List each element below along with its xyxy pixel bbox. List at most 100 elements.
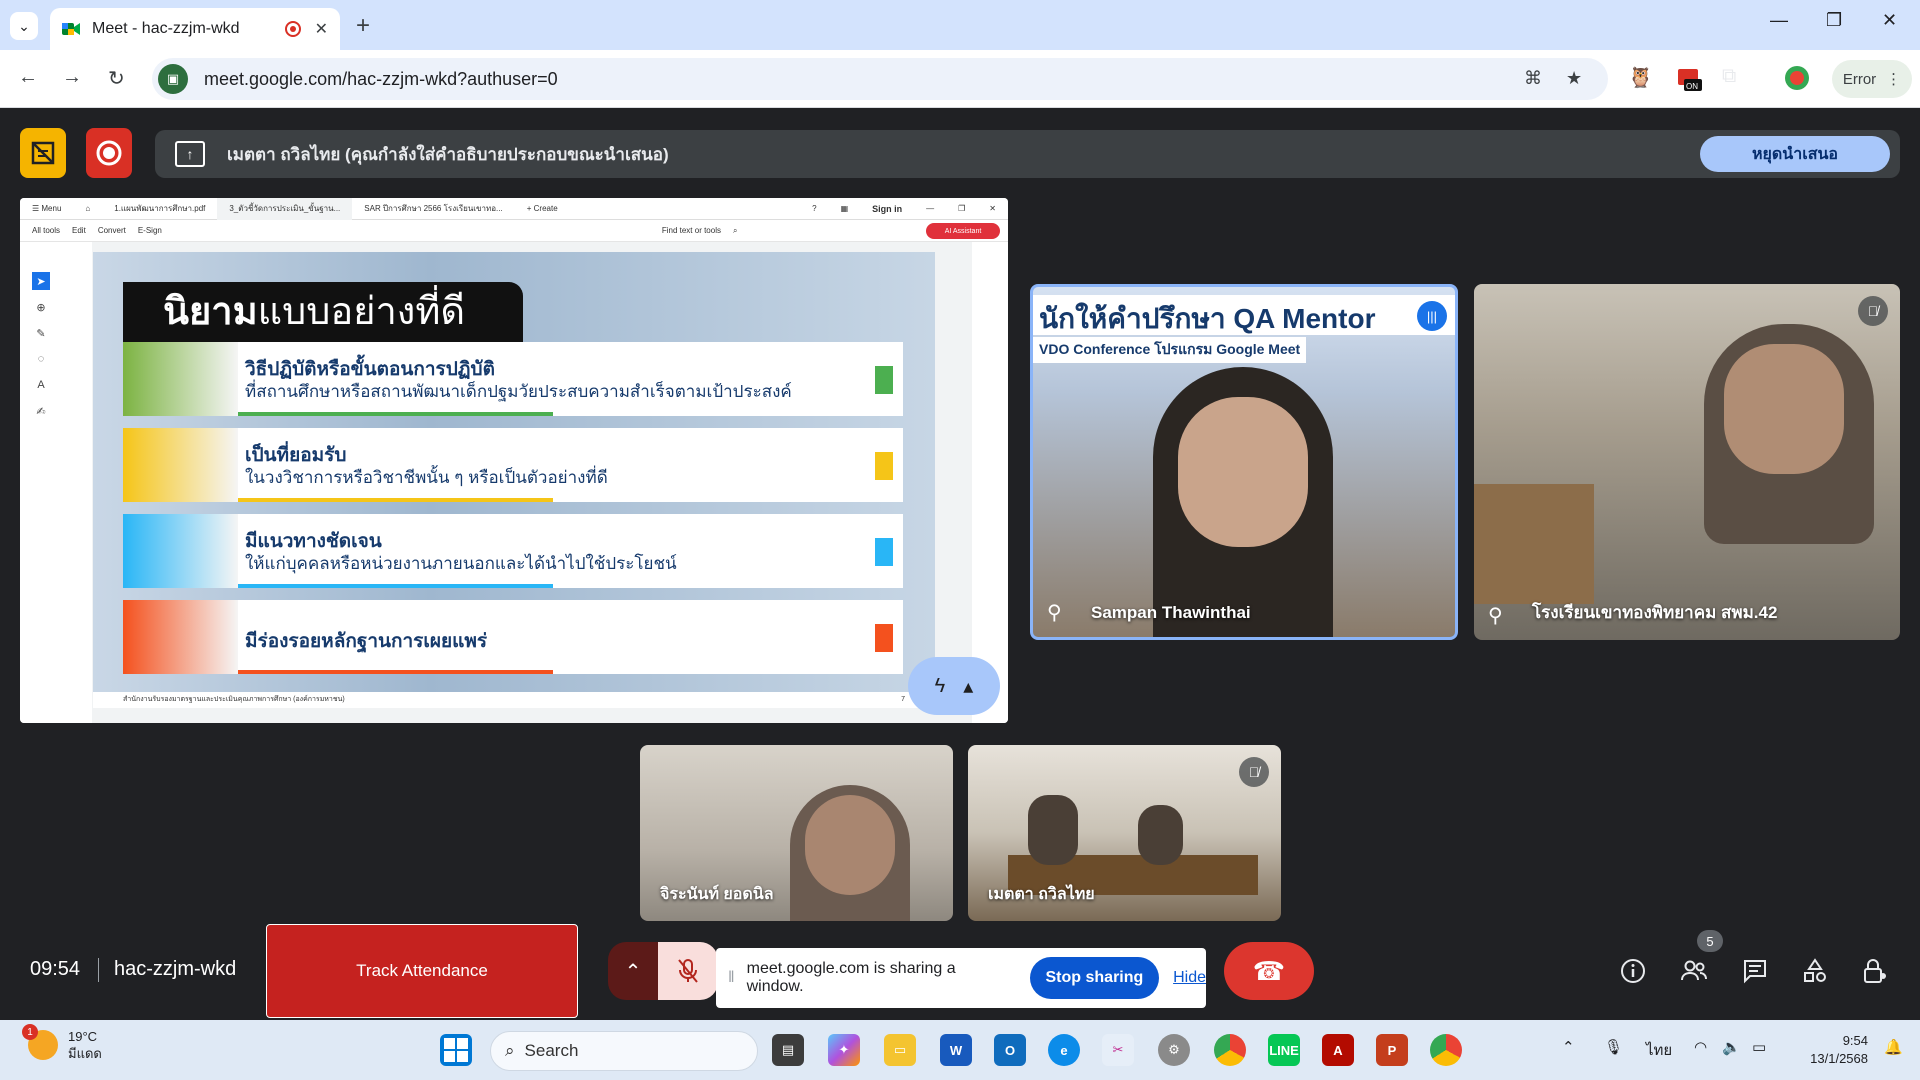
track-attendance-button[interactable]: Track Attendance [266,924,578,1018]
forward-button[interactable]: → [62,66,82,89]
file-explorer-icon[interactable]: ▭ [884,1034,916,1066]
pdf-menu-edit[interactable]: Edit [72,226,86,235]
tab-title: Meet - hac-zzjm-wkd [92,20,240,37]
translate-icon[interactable]: ⌘ [1524,68,1542,89]
leave-call-button[interactable]: ☎ [1224,942,1314,1000]
volume-icon[interactable]: 🔈 [1722,1038,1741,1056]
profile-error-button[interactable]: Error ⋮ [1832,60,1912,98]
google-meet-icon [62,21,80,37]
pdf-menu-esign[interactable]: E-Sign [138,226,162,235]
chrome-profile-icon[interactable] [1430,1034,1462,1066]
text-tool-icon[interactable]: A [32,376,50,394]
battery-icon[interactable]: ▭ [1752,1038,1766,1056]
pdf-find[interactable]: Find text or tools [662,226,721,235]
pdf-menu-convert[interactable]: Convert [98,226,126,235]
participant-tile-metta[interactable]: 🎙̸ เมตตา ถวิลไทย [968,745,1281,921]
restore-button[interactable]: ❐ [1826,10,1842,31]
minimize-button[interactable]: — [1770,10,1788,31]
tab-search-dropdown[interactable]: ⌄ [10,12,38,40]
annotation-tool-fab[interactable]: ϟ ▴ [908,657,1000,715]
pdf-search-icon[interactable]: ⌕ [733,226,737,236]
close-tab-icon[interactable]: ✕ [315,19,328,39]
line-icon[interactable]: LINE [1268,1034,1300,1066]
microphone-tray-icon[interactable]: 🎙 [1604,1038,1623,1056]
word-icon[interactable]: W [940,1034,972,1066]
annotate-toggle-button[interactable] [20,128,66,178]
extension-record-on-icon[interactable]: ON [1676,65,1704,99]
pdf-tab-1[interactable]: 1.แผนพัฒนาการศึกษา.pdf [102,202,217,215]
audio-options-button[interactable]: ⌃ [608,942,658,1000]
powerpoint-icon[interactable]: P [1376,1034,1408,1066]
pen-tool-icon[interactable]: ✎ [32,324,50,342]
participant-face [1178,397,1308,547]
reload-button[interactable]: ↻ [108,66,125,91]
pdf-restore[interactable]: ❐ [946,204,977,213]
edge-icon[interactable]: e [1048,1034,1080,1066]
zoom-tool-icon[interactable]: ⊕ [32,298,50,316]
close-window-button[interactable]: ✕ [1882,10,1897,31]
profile-avatar-icon[interactable] [1784,65,1810,97]
outlook-icon[interactable]: O [994,1034,1026,1066]
pdf-minimize[interactable]: — [914,204,946,213]
chat-button[interactable] [1738,954,1772,988]
participant-tile-school[interactable]: 🎙̸ ⚲ โรงเรียนเขาทองพิทยาคม สพม.42 [1474,284,1900,640]
recording-button[interactable] [86,128,132,178]
site-info-icon[interactable]: ▣ [158,64,188,94]
pdf-menu-alltools[interactable]: All tools [32,226,60,235]
copilot-icon[interactable]: ✦ [828,1034,860,1066]
snipping-tool-icon[interactable]: ✂ [1102,1034,1134,1066]
back-button[interactable]: ← [18,66,38,89]
microphone-toggle-button[interactable] [658,942,718,1000]
new-tab-button[interactable]: + [356,12,370,40]
activities-button[interactable] [1798,954,1832,988]
people-button[interactable] [1677,954,1711,988]
pin-icon[interactable]: ⚲ [1488,603,1503,628]
weather-widget[interactable]: 1 19°C มีแดด [22,1024,102,1062]
hide-link[interactable]: Hide [1173,969,1206,987]
pdf-tab-create[interactable]: + Create [515,204,570,213]
browser-toolbar: ← → ↻ ▣ meet.google.com/hac-zzjm-wkd?aut… [0,50,1920,108]
bookmark-star-icon[interactable]: ★ [1566,68,1582,89]
participant-tile-sampan[interactable]: นักให้คำปรึกษา QA Mentor VDO Conference … [1030,284,1458,640]
taskbar-search[interactable]: ⌕ Search [490,1031,758,1071]
lasso-tool-icon[interactable]: ◌ [32,350,50,368]
meeting-info-button[interactable] [1616,954,1650,988]
stop-sharing-button[interactable]: Stop sharing [1029,957,1160,999]
acrobat-icon[interactable]: A [1322,1034,1354,1066]
mic-off-icon [678,959,698,983]
task-view-icon[interactable]: ▤ [772,1034,804,1066]
home-icon[interactable]: ⌂ [73,204,102,213]
host-controls-button[interactable] [1858,954,1892,988]
slide-title-bold: นิยาม [163,291,258,333]
pdf-menu-button[interactable]: ☰ Menu [20,204,73,213]
sign-tool-icon[interactable]: ✍ [32,402,50,420]
pdf-tab-2[interactable]: 3_ตัวชี้วัดการประเมิน_ขั้นฐาน... [217,198,353,220]
chrome-icon[interactable] [1214,1034,1246,1066]
pdf-close[interactable]: ✕ [977,204,1008,213]
pdf-signin[interactable]: Sign in [860,204,914,214]
pdf-tab-3[interactable]: SAR ปีการศึกษา 2566 โรงเรียนเขาทอ... [352,202,514,215]
windows-start-button[interactable] [440,1034,472,1066]
system-clock[interactable]: 9:54 13/1/2568 [1810,1032,1868,1068]
info-icon [1621,959,1645,983]
stop-presenting-button[interactable]: หยุดนำเสนอ [1700,136,1890,172]
pdf-right-toolbar [972,242,1008,723]
extension-owl-icon[interactable]: 🦉 [1628,65,1653,90]
participant-tile-jiranan[interactable]: จิระนันท์ ยอดนิล [640,745,953,921]
wifi-icon[interactable]: ◠ [1694,1038,1707,1056]
browser-tab-meet[interactable]: Meet - hac-zzjm-wkd ✕ [50,8,340,50]
pin-icon[interactable]: ⚲ [1047,600,1062,625]
select-tool-icon[interactable]: ➤ [32,272,50,290]
apps-grid-icon[interactable]: ▦ [829,204,861,213]
address-bar[interactable]: ▣ meet.google.com/hac-zzjm-wkd?authuser=… [152,58,1608,100]
drag-handle-icon[interactable]: ‖ [728,969,735,987]
notifications-bell-icon[interactable]: 🔔 [1884,1038,1903,1056]
settings-icon[interactable]: ⚙ [1158,1034,1190,1066]
input-language[interactable]: ไทย [1646,1038,1672,1062]
ai-assistant-button[interactable]: AI Assistant [926,223,1000,239]
show-hidden-icons[interactable]: ⌃ [1562,1038,1575,1056]
help-icon[interactable]: ? [800,204,828,213]
row-sub: ที่สถานศึกษาหรือสถานพัฒนาเด็กปฐมวัยประสบ… [245,382,792,401]
hang-up-icon: ☎ [1252,955,1286,986]
extensions-puzzle-icon[interactable]: ⧉ [1722,65,1736,88]
